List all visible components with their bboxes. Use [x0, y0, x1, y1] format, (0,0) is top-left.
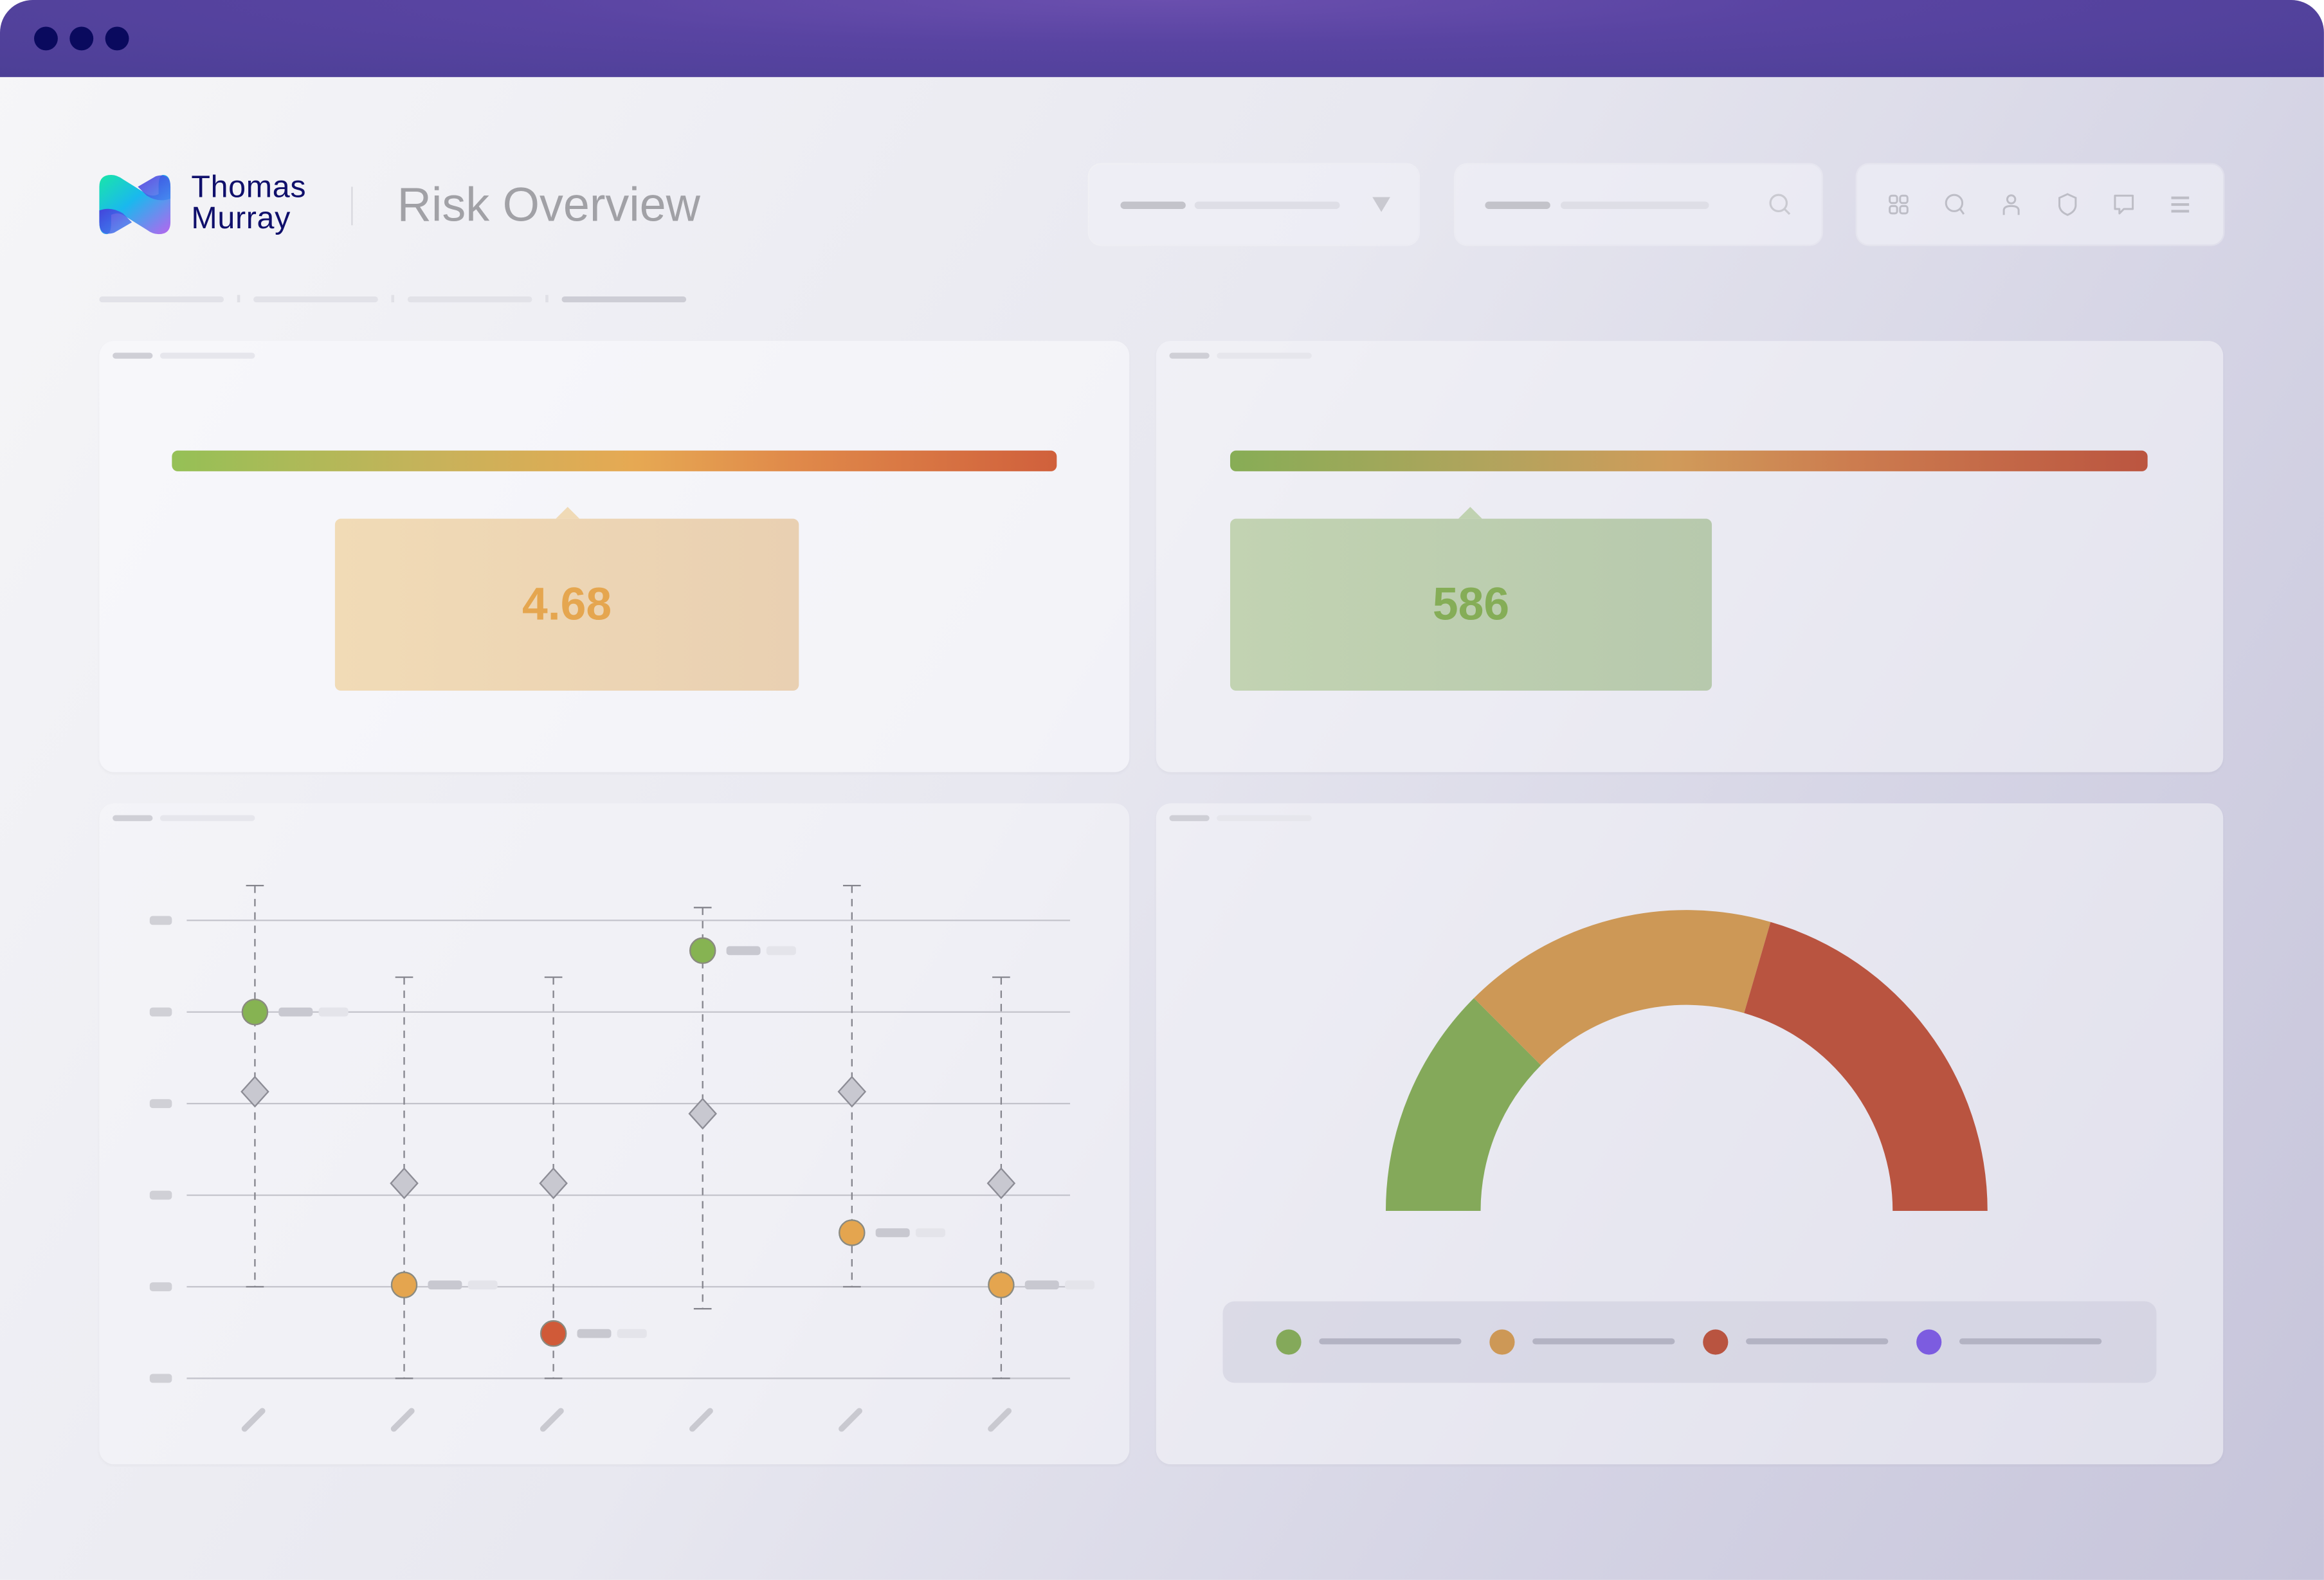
point-sublabel-placeholder — [915, 1228, 946, 1237]
risk-scale-bar — [172, 450, 1057, 471]
filter-dropdown[interactable] — [1089, 164, 1419, 245]
score-point[interactable] — [241, 998, 269, 1026]
legend-label-placeholder — [1746, 1338, 1889, 1345]
dropdown-label-placeholder — [1120, 201, 1186, 209]
donut-segment-high[interactable] — [1744, 922, 1988, 1212]
benchmark-diamond[interactable] — [986, 1167, 1016, 1199]
y-tick-label — [149, 1374, 172, 1383]
brand-logo-icon — [99, 174, 171, 235]
point-sublabel-placeholder — [318, 1007, 349, 1017]
callout-pointer — [556, 507, 580, 519]
card-subtitle-placeholder — [159, 352, 255, 359]
window-minimize-dot[interactable] — [69, 26, 94, 51]
chat-icon[interactable] — [2112, 193, 2136, 217]
legend-swatch — [1916, 1329, 1942, 1355]
card-title-placeholder — [1169, 352, 1210, 359]
app-window: Thomas Murray Risk Overview 4.68 586 — [0, 0, 2324, 1580]
breadcrumb-separator — [391, 295, 395, 303]
data-column — [539, 976, 647, 1432]
legend-swatch — [1489, 1329, 1515, 1355]
score-point[interactable] — [988, 1271, 1015, 1298]
card-subtitle-placeholder — [1217, 352, 1312, 359]
donut-segment-medium[interactable] — [1474, 910, 1771, 1066]
title-bar — [0, 0, 2324, 77]
point-sublabel-placeholder — [617, 1329, 647, 1338]
breadcrumb-item[interactable] — [407, 296, 532, 303]
benchmark-diamond[interactable] — [241, 1075, 269, 1108]
window-maximize-dot[interactable] — [105, 26, 129, 51]
y-tick-label — [149, 1282, 172, 1291]
legend-label-placeholder — [1959, 1338, 2102, 1345]
user-icon[interactable] — [1999, 193, 2023, 217]
x-tick-label — [540, 1408, 564, 1432]
point-sublabel-placeholder — [468, 1280, 498, 1290]
x-tick-label — [390, 1408, 415, 1432]
point-sublabel-placeholder — [1064, 1280, 1095, 1290]
legend-label-placeholder — [1532, 1338, 1675, 1345]
grid-icon[interactable] — [1887, 193, 1911, 217]
score-point[interactable] — [839, 1219, 866, 1246]
y-tick-label — [149, 1099, 172, 1109]
score-callout-b: 586 — [1230, 507, 1712, 691]
y-tick-label — [149, 916, 172, 925]
risk-scale-bar — [1230, 450, 2148, 471]
chart-legend — [1222, 1301, 2157, 1383]
page-title: Risk Overview — [397, 177, 700, 232]
x-tick-label — [988, 1408, 1012, 1432]
point-sublabel-placeholder — [766, 946, 796, 956]
menu-icon[interactable] — [2168, 193, 2192, 217]
point-label-placeholder — [278, 1007, 313, 1017]
benchmark-diamond[interactable] — [390, 1167, 419, 1199]
legend-swatch — [1703, 1329, 1729, 1355]
x-tick-label — [241, 1408, 266, 1432]
benchmark-diamond[interactable] — [539, 1167, 568, 1199]
score-point[interactable] — [540, 1320, 567, 1347]
search-text-placeholder — [1560, 201, 1709, 209]
data-column — [837, 885, 946, 1432]
brand-name: Thomas Murray — [191, 172, 306, 234]
score-callout-a: 4.68 — [334, 507, 799, 691]
callout-pointer — [1458, 507, 1482, 519]
data-column — [986, 976, 1095, 1432]
point-label-placeholder — [1024, 1280, 1059, 1290]
window-close-dot[interactable] — [34, 26, 58, 51]
breadcrumb-item[interactable] — [99, 296, 224, 303]
breadcrumb-separator — [545, 295, 549, 303]
breadcrumb-item-current — [561, 296, 687, 303]
data-column — [688, 907, 796, 1432]
toolbar — [1856, 164, 2224, 245]
score-point[interactable] — [390, 1271, 418, 1298]
y-tick-label — [149, 1007, 172, 1017]
card-title-placeholder — [113, 352, 153, 359]
header-divider — [351, 186, 353, 226]
dropdown-value-placeholder — [1194, 201, 1340, 209]
chevron-down-icon — [1372, 197, 1390, 212]
point-label-placeholder — [875, 1228, 910, 1237]
data-column — [241, 885, 349, 1432]
search-icon[interactable] — [1768, 193, 1792, 217]
point-label-placeholder — [726, 946, 761, 956]
benchmark-diamond[interactable] — [837, 1075, 867, 1108]
point-label-placeholder — [577, 1329, 612, 1338]
data-column — [390, 976, 498, 1432]
search-input[interactable] — [1455, 164, 1822, 245]
shield-icon[interactable] — [2056, 193, 2080, 217]
score-value: 586 — [1432, 577, 1510, 630]
y-tick-label — [149, 1190, 172, 1200]
brand-line-2: Murray — [191, 201, 291, 236]
breadcrumb-item[interactable] — [253, 296, 378, 303]
x-tick-label — [689, 1408, 713, 1432]
legend-swatch — [1276, 1329, 1302, 1355]
search-label-placeholder — [1485, 201, 1550, 209]
score-point[interactable] — [689, 937, 716, 965]
score-value: 4.68 — [522, 577, 612, 630]
breadcrumb-separator — [237, 295, 241, 303]
brand-line-1: Thomas — [191, 170, 307, 205]
range-chart — [149, 885, 1095, 1432]
legend-label-placeholder — [1319, 1338, 1462, 1345]
x-tick-label — [839, 1408, 862, 1432]
search-icon[interactable] — [1943, 193, 1967, 217]
point-label-placeholder — [428, 1280, 462, 1290]
